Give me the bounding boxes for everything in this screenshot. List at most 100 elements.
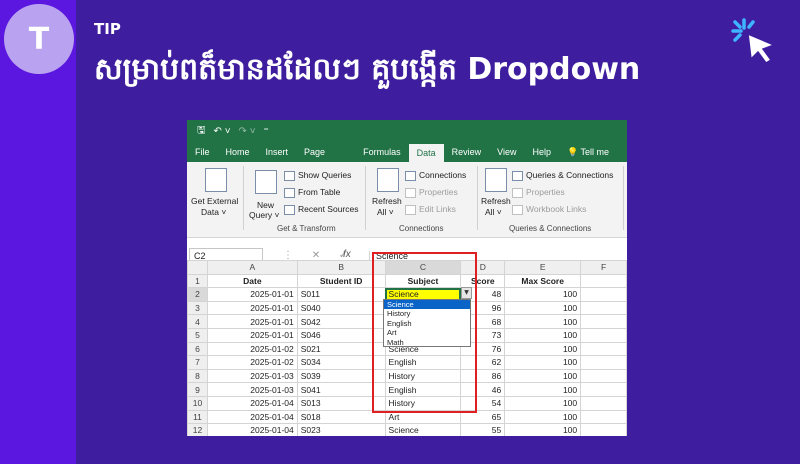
max-score-cell[interactable]: 100 <box>504 287 582 302</box>
new-query-label[interactable]: New <box>257 200 274 210</box>
new-query-icon <box>255 170 277 194</box>
max-score-cell[interactable]: 100 <box>504 300 582 316</box>
tab-review[interactable]: Review <box>444 142 490 162</box>
row-number[interactable]: 6 <box>187 341 208 357</box>
recent-sources-label: Recent Sources <box>298 204 359 214</box>
properties-button[interactable]: Properties <box>405 187 458 198</box>
customize-icon[interactable]: ⁼ <box>264 126 269 137</box>
workbook-links-button[interactable]: Workbook Links <box>512 204 586 215</box>
date-cell[interactable]: 2025-01-01 <box>206 287 298 302</box>
row-number[interactable]: 8 <box>187 368 208 384</box>
fx-icon[interactable]: fx <box>343 249 351 260</box>
get-external-label[interactable]: Get External <box>191 196 238 206</box>
column-header-e[interactable]: E <box>504 260 582 275</box>
tab-view[interactable]: View <box>489 142 524 162</box>
from-table-icon <box>284 187 295 198</box>
undo-icon[interactable]: ↶ ˅ <box>214 126 231 137</box>
workbook-links-icon <box>512 204 523 215</box>
edit-links-button[interactable]: Edit Links <box>405 204 456 215</box>
header-cell-max-score[interactable]: Max Score <box>504 273 582 289</box>
workbook-links-label: Workbook Links <box>526 204 587 214</box>
group-connections: Connections <box>399 224 444 233</box>
tab-help[interactable]: Help <box>524 142 559 162</box>
cell[interactable] <box>580 273 627 289</box>
date-cell[interactable]: 2025-01-02 <box>206 341 298 357</box>
row-number[interactable]: 12 <box>187 423 208 436</box>
from-table-button[interactable]: From Table <box>284 187 340 198</box>
refresh-label-2[interactable]: Refresh <box>481 196 511 206</box>
column-header-a[interactable]: A <box>206 260 298 275</box>
tab-home[interactable]: Home <box>218 142 258 162</box>
date-cell[interactable]: 2025-01-02 <box>206 355 298 370</box>
brand-logo: T <box>4 4 74 74</box>
max-score-cell[interactable]: 100 <box>504 368 582 384</box>
cell[interactable] <box>580 327 627 343</box>
group-queries-connections: Queries & Connections <box>509 224 592 233</box>
tab-insert[interactable]: Insert <box>258 142 297 162</box>
recent-sources-button[interactable]: Recent Sources <box>284 204 358 215</box>
cell[interactable] <box>580 314 627 329</box>
row-number[interactable]: 9 <box>187 382 208 397</box>
row-number[interactable]: 5 <box>187 327 208 343</box>
header-cell-date[interactable]: Date <box>206 273 298 289</box>
cell[interactable] <box>580 355 627 370</box>
max-score-cell[interactable]: 100 <box>504 355 582 370</box>
max-score-cell[interactable]: 100 <box>504 327 582 343</box>
date-cell[interactable]: 2025-01-01 <box>206 300 298 316</box>
date-cell[interactable]: 2025-01-01 <box>206 314 298 329</box>
row-number[interactable]: 3 <box>187 300 208 316</box>
row-number[interactable]: 4 <box>187 314 208 329</box>
show-queries-button[interactable]: Show Queries <box>284 170 351 181</box>
tab-page-layout[interactable]: Page Layout <box>296 142 355 177</box>
save-icon[interactable]: 🖫 <box>197 123 206 140</box>
subject-cell[interactable]: Science <box>384 423 462 436</box>
column-header-f[interactable]: F <box>580 260 627 275</box>
max-score-cell[interactable]: 100 <box>504 395 582 411</box>
queries-connections-button[interactable]: Queries & Connections <box>512 170 613 181</box>
cell[interactable] <box>580 409 627 425</box>
redo-icon[interactable]: ↷ ˅ <box>239 126 256 137</box>
row-number[interactable]: 2 <box>187 287 208 302</box>
date-cell[interactable]: 2025-01-04 <box>206 409 298 425</box>
cell[interactable] <box>580 368 627 384</box>
date-cell[interactable]: 2025-01-03 <box>206 368 298 384</box>
tab-formulas[interactable]: Formulas <box>355 142 409 162</box>
max-score-cell[interactable]: 100 <box>504 409 582 425</box>
properties-label-2: Properties <box>526 187 565 197</box>
row-number[interactable]: 11 <box>187 409 208 425</box>
ribbon-separator <box>365 166 366 230</box>
max-score-cell[interactable]: 100 <box>504 314 582 329</box>
max-score-cell[interactable]: 100 <box>504 341 582 357</box>
cell[interactable] <box>580 287 627 302</box>
score-cell[interactable]: 55 <box>460 423 506 436</box>
tab-data[interactable]: Data <box>408 144 444 162</box>
tab-file[interactable]: File <box>187 142 218 162</box>
refresh-label[interactable]: Refresh <box>372 196 402 206</box>
properties-button-2[interactable]: Properties <box>512 187 565 198</box>
max-score-cell[interactable]: 100 <box>504 423 582 436</box>
highlight-box <box>372 252 477 413</box>
student-id-cell[interactable]: S023 <box>296 423 386 436</box>
cell[interactable] <box>580 423 627 436</box>
row-number[interactable]: 7 <box>187 355 208 370</box>
max-score-cell[interactable]: 100 <box>504 382 582 397</box>
date-cell[interactable]: 2025-01-03 <box>206 382 298 397</box>
date-cell[interactable]: 2025-01-04 <box>206 395 298 411</box>
tab-tell-me[interactable]: 💡 Tell me wha <box>559 142 627 177</box>
new-query-label-2[interactable]: Query ˅ <box>249 210 279 220</box>
row-number[interactable]: 1 <box>187 273 208 289</box>
refresh-all-label[interactable]: All ˅ <box>377 207 394 217</box>
date-cell[interactable]: 2025-01-01 <box>206 327 298 343</box>
from-table-label: From Table <box>298 187 341 197</box>
cell[interactable] <box>580 382 627 397</box>
cell[interactable] <box>580 341 627 357</box>
cell[interactable] <box>580 300 627 316</box>
get-external-data-label[interactable]: Data ˅ <box>201 207 226 217</box>
select-all-corner[interactable] <box>187 260 208 275</box>
cell[interactable] <box>580 395 627 411</box>
row-number[interactable]: 10 <box>187 395 208 411</box>
refresh-all-label-2[interactable]: All ˅ <box>485 207 502 217</box>
date-cell[interactable]: 2025-01-04 <box>206 423 298 436</box>
queries-connections-label: Queries & Connections <box>526 170 614 180</box>
connections-button[interactable]: Connections <box>405 170 466 181</box>
